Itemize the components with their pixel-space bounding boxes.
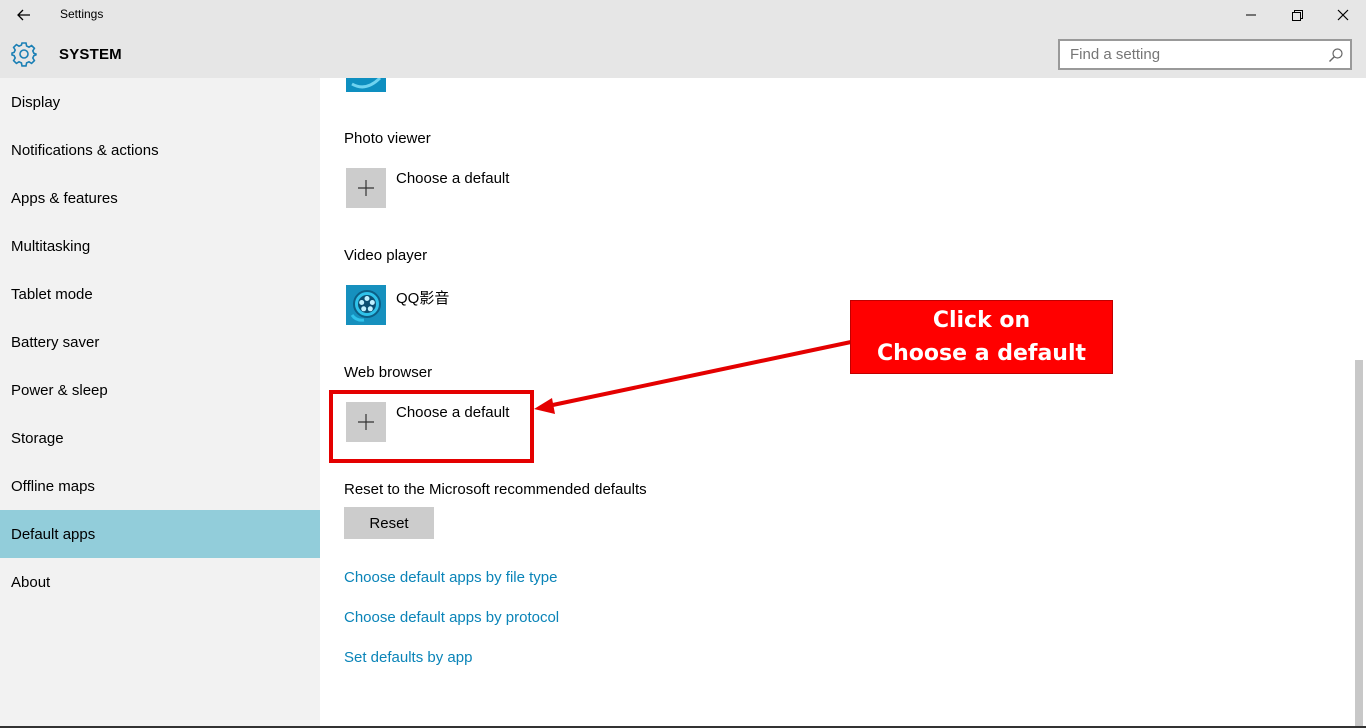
- video-player-app-name[interactable]: QQ影音: [396, 287, 449, 308]
- close-icon: [1337, 9, 1349, 21]
- sidebar-item-tablet-mode[interactable]: Tablet mode: [0, 270, 320, 318]
- plus-icon: [358, 180, 374, 196]
- window-title: Settings: [60, 7, 104, 21]
- sidebar-item-notifications[interactable]: Notifications & actions: [0, 126, 320, 174]
- sidebar-item-battery-saver[interactable]: Battery saver: [0, 318, 320, 366]
- sidebar-item-multitasking[interactable]: Multitasking: [0, 222, 320, 270]
- callout-line-2: Choose a default: [876, 341, 1087, 366]
- search-icon[interactable]: [1328, 47, 1344, 63]
- back-arrow-icon: [17, 9, 30, 21]
- sidebar-item-storage[interactable]: Storage: [0, 414, 320, 462]
- video-player-label: Video player: [344, 247, 428, 264]
- web-browser-label: Web browser: [344, 364, 433, 381]
- photo-viewer-app-name[interactable]: Choose a default: [396, 170, 509, 187]
- gear-icon: [11, 42, 37, 67]
- sidebar-item-display[interactable]: Display: [0, 78, 320, 126]
- reset-label: Reset to the Microsoft recommended defau…: [344, 481, 647, 498]
- section-title: SYSTEM: [59, 46, 122, 63]
- sidebar-item-default-apps[interactable]: Default apps: [0, 510, 320, 558]
- video-player-app-tile[interactable]: [346, 285, 386, 325]
- minimize-icon: [1246, 14, 1256, 16]
- scrollbar-thumb[interactable]: [1355, 360, 1363, 726]
- search-box[interactable]: [1058, 39, 1352, 70]
- reset-button[interactable]: Reset: [344, 507, 434, 539]
- sidebar-nav: Display Notifications & actions Apps & f…: [0, 78, 320, 728]
- back-button[interactable]: [0, 0, 48, 30]
- sidebar-item-about[interactable]: About: [0, 558, 320, 606]
- sidebar-item-offline-maps[interactable]: Offline maps: [0, 462, 320, 510]
- search-input[interactable]: [1060, 41, 1320, 68]
- link-protocol[interactable]: Choose default apps by protocol: [344, 609, 559, 626]
- sidebar-item-power-sleep[interactable]: Power & sleep: [0, 366, 320, 414]
- photo-viewer-choose-tile[interactable]: [346, 168, 386, 208]
- sidebar-item-apps-features[interactable]: Apps & features: [0, 174, 320, 222]
- minimize-button[interactable]: [1228, 0, 1274, 30]
- restore-button[interactable]: [1274, 0, 1320, 30]
- previous-app-tile[interactable]: [346, 78, 386, 92]
- content-scrollbar[interactable]: [1352, 78, 1366, 728]
- restore-icon: [1291, 9, 1303, 21]
- link-file-type[interactable]: Choose default apps by file type: [344, 569, 557, 586]
- photo-viewer-label: Photo viewer: [344, 130, 431, 147]
- qq-player-icon: [346, 285, 386, 325]
- app-icon: [351, 78, 382, 89]
- title-bar: Settings: [0, 0, 1366, 30]
- link-set-defaults-by-app[interactable]: Set defaults by app: [344, 649, 472, 666]
- close-button[interactable]: [1320, 0, 1366, 30]
- annotation-callout: Click on Choose a default: [850, 300, 1113, 374]
- callout-line-1: Click on: [932, 308, 1031, 333]
- settings-header: SYSTEM: [0, 30, 1366, 78]
- annotation-highlight-box: [329, 390, 534, 463]
